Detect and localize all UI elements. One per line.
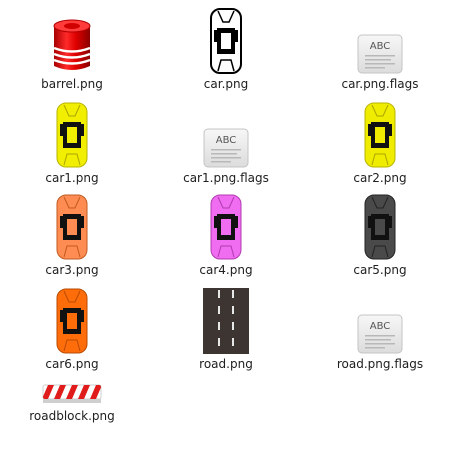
car-icon [320,102,440,168]
file-item-roadblock[interactable]: roadblock.png [12,338,132,424]
file-item-car4[interactable]: car4.png [166,192,286,278]
file-name: car4.png [199,263,253,277]
file-name: car.png.flags [341,77,419,91]
file-item-car[interactable]: car.png [166,6,286,92]
file-name: car.png [203,77,249,91]
car-icon [320,194,440,260]
text-document-icon: ABC [320,10,440,74]
file-name: car3.png [45,263,99,277]
file-name: car2.png [353,171,407,185]
file-item-barrel[interactable]: barrel.png [12,6,132,92]
file-item-road[interactable]: road.png [166,286,286,372]
road-icon [166,288,286,354]
text-document-icon: ABC [320,290,440,354]
barrel-icon [12,10,132,74]
svg-text:ABC: ABC [216,135,237,146]
text-document-icon: ABC [166,104,286,168]
file-item-car1-flags[interactable]: ABC car1.png.flags [166,100,286,186]
car-icon [166,194,286,260]
car-icon [12,102,132,168]
car-outline-icon [166,8,286,74]
file-item-road-flags[interactable]: ABC road.png.flags [320,286,440,372]
file-item-car3[interactable]: car3.png [12,192,132,278]
file-name: road.png.flags [336,357,424,371]
file-name: barrel.png [41,77,103,91]
file-name: roadblock.png [29,409,115,423]
svg-text:ABC: ABC [370,41,391,52]
roadblock-icon [12,342,132,406]
file-name: car5.png [353,263,407,277]
file-grid: barrel.png car.png ABC car.png.flags car… [0,0,454,473]
file-name: car1.png.flags [183,171,269,185]
file-item-car1[interactable]: car1.png [12,100,132,186]
file-name: car1.png [45,171,99,185]
file-item-car5[interactable]: car5.png [320,192,440,278]
file-name: road.png [199,357,253,371]
car-icon [12,194,132,260]
svg-text:ABC: ABC [370,321,391,332]
file-item-car2[interactable]: car2.png [320,100,440,186]
file-item-car-flags[interactable]: ABC car.png.flags [320,6,440,92]
